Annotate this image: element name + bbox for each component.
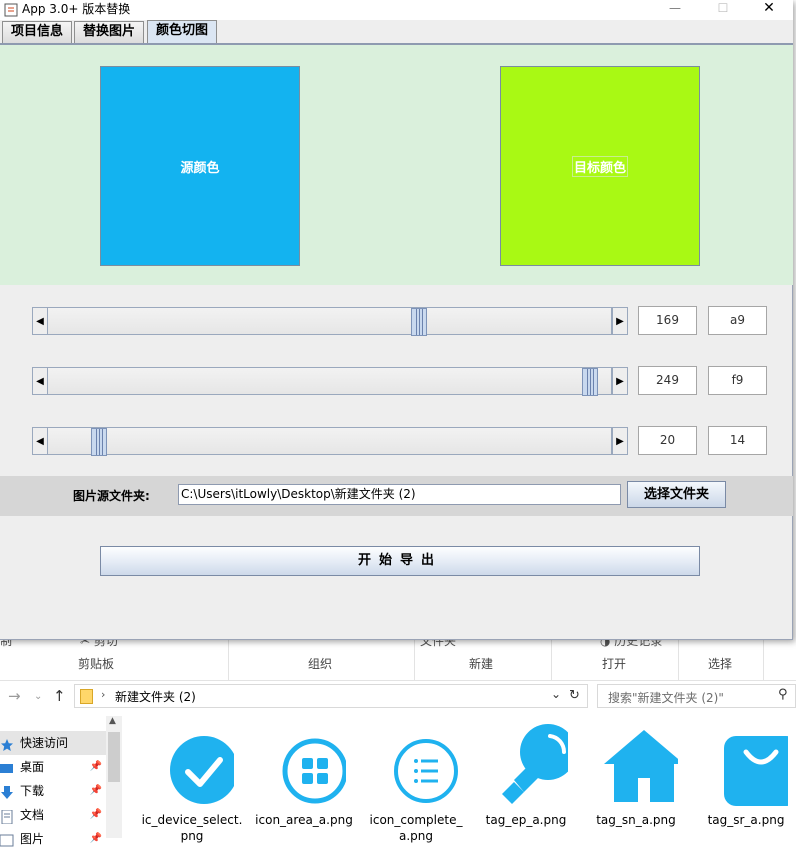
file-item[interactable]: icon_complete_ a.png xyxy=(362,722,470,844)
grid-icon xyxy=(282,738,346,804)
target-color-swatch[interactable]: 目标颜色 xyxy=(500,66,700,266)
picture-icon xyxy=(0,832,14,847)
ribbon-separator xyxy=(678,640,679,680)
nav-item-documents[interactable]: 文档 📌 xyxy=(0,803,106,827)
nav-item-pictures[interactable]: 图片 📌 xyxy=(0,827,106,851)
search-icon: ⚲ xyxy=(778,687,788,702)
file-name: tag_sn_a.png xyxy=(596,813,676,827)
ribbon-group-new: 新建 xyxy=(469,657,494,671)
blue-decimal-field[interactable]: 20 xyxy=(638,426,697,455)
ribbon-separator xyxy=(414,640,415,680)
download-icon xyxy=(0,784,14,799)
ribbon-divider xyxy=(0,680,796,681)
title-bar[interactable]: App 3.0+ 版本替换 — ☐ ✕ xyxy=(0,0,793,20)
scroll-up-icon[interactable]: ▲ xyxy=(109,716,116,726)
file-name: icon_complete_ a.png xyxy=(369,813,463,843)
ribbon-group-select: 选择 xyxy=(708,657,733,671)
nav-item-downloads[interactable]: 下载 📌 xyxy=(0,779,106,803)
ribbon-separator xyxy=(228,640,229,680)
maximize-button[interactable]: ☐ xyxy=(708,0,738,18)
refresh-icon[interactable]: ↻ xyxy=(569,688,580,703)
choose-folder-button[interactable]: 选择文件夹 xyxy=(627,481,726,508)
file-item[interactable]: icon_area_a.png xyxy=(250,722,358,828)
source-color-swatch[interactable]: 源颜色 xyxy=(100,66,300,266)
red-channel-slider[interactable]: ◀ ▶ xyxy=(32,307,628,336)
slider-increment-button[interactable]: ▶ xyxy=(612,427,628,455)
nav-item-quick-access[interactable]: 快速访问 xyxy=(0,731,106,755)
start-export-button[interactable]: 开始导出 xyxy=(100,546,700,576)
pin-icon[interactable]: 📌 xyxy=(90,803,102,827)
slider-decrement-button[interactable]: ◀ xyxy=(32,307,48,335)
java-icon xyxy=(4,2,18,17)
list-icon xyxy=(394,739,458,803)
tab-replace-images[interactable]: 替换图片 xyxy=(74,21,145,43)
address-separator-icon: › xyxy=(101,688,106,701)
green-channel-slider[interactable]: ◀ ▶ xyxy=(32,367,628,396)
blue-hex-field[interactable]: 14 xyxy=(708,426,767,455)
search-input[interactable]: 搜索"新建文件夹 (2)" ⚲ xyxy=(597,684,796,708)
check-icon xyxy=(170,736,234,804)
minimize-button[interactable]: — xyxy=(660,0,690,18)
slider-track[interactable] xyxy=(47,307,612,336)
close-button[interactable]: ✕ xyxy=(754,0,784,18)
green-decimal-field[interactable]: 249 xyxy=(638,366,697,395)
file-item[interactable]: tag_sr_a.png xyxy=(692,722,796,828)
slider-thumb[interactable] xyxy=(411,308,427,336)
address-dropdown-icon[interactable]: ⌄ xyxy=(551,687,561,701)
desktop-icon xyxy=(0,760,14,774)
bulb-icon xyxy=(502,724,568,804)
slider-track[interactable] xyxy=(47,367,612,396)
folder-icon xyxy=(80,688,93,704)
file-name: tag_ep_a.png xyxy=(485,813,567,827)
window-title: App 3.0+ 版本替换 xyxy=(22,2,131,16)
pin-icon[interactable]: 📌 xyxy=(90,755,102,779)
tab-project-info[interactable]: 项目信息 xyxy=(2,21,73,43)
slider-thumb[interactable] xyxy=(91,428,107,456)
navigation-pane: 快速访问 桌面 📌 下载 📌 文档 📌 图片 📌 xyxy=(0,716,122,847)
slider-decrement-button[interactable]: ◀ xyxy=(32,367,48,395)
file-item[interactable]: ic_device_select. png xyxy=(138,722,246,844)
search-placeholder: 搜索"新建文件夹 (2)" xyxy=(608,691,724,705)
ribbon-group-clipboard: 剪贴板 xyxy=(78,657,115,671)
file-item[interactable]: tag_ep_a.png xyxy=(472,722,580,828)
ribbon-separator xyxy=(551,640,552,680)
file-name: icon_area_a.png xyxy=(255,813,353,827)
home-icon xyxy=(604,730,678,802)
history-dropdown-icon[interactable]: ⌄ xyxy=(34,691,42,702)
source-color-label: 源颜色 xyxy=(180,160,220,176)
file-item[interactable]: tag_sn_a.png xyxy=(582,722,690,828)
pin-icon[interactable]: 📌 xyxy=(90,779,102,803)
bag-icon xyxy=(724,736,788,806)
slider-decrement-button[interactable]: ◀ xyxy=(32,427,48,455)
nav-item-desktop[interactable]: 桌面 📌 xyxy=(0,755,106,779)
red-hex-field[interactable]: a9 xyxy=(708,306,767,335)
slider-increment-button[interactable]: ▶ xyxy=(612,307,628,335)
red-decimal-field[interactable]: 169 xyxy=(638,306,697,335)
folder-label: 图片源文件夹: xyxy=(73,489,150,503)
document-icon xyxy=(0,808,14,825)
file-name: ic_device_select. png xyxy=(141,813,243,843)
slider-track[interactable] xyxy=(47,427,612,456)
folder-path-input[interactable]: C:\Users\itLowly\Desktop\新建文件夹 (2) xyxy=(178,484,621,505)
star-icon xyxy=(0,736,14,751)
app-window: App 3.0+ 版本替换 — ☐ ✕ 项目信息 替换图片 颜色切图 源颜色 目… xyxy=(0,0,793,640)
address-current-folder: 新建文件夹 (2) xyxy=(115,690,196,704)
address-bar[interactable]: › 新建文件夹 (2) ⌄ xyxy=(74,684,588,708)
ribbon-separator xyxy=(763,640,764,680)
ribbon-group-organize: 组织 xyxy=(308,657,333,671)
slider-increment-button[interactable]: ▶ xyxy=(612,367,628,395)
file-name: tag_sr_a.png xyxy=(707,813,785,827)
tab-color-slice[interactable]: 颜色切图 xyxy=(147,20,218,44)
nav-scrollbar-thumb[interactable] xyxy=(108,732,120,782)
slider-thumb[interactable] xyxy=(582,368,598,396)
pin-icon[interactable]: 📌 xyxy=(90,827,102,851)
target-color-label: 目标颜色 xyxy=(571,155,628,177)
blue-channel-slider[interactable]: ◀ ▶ xyxy=(32,427,628,456)
green-hex-field[interactable]: f9 xyxy=(708,366,767,395)
ribbon-group-open: 打开 xyxy=(602,657,627,671)
up-arrow-icon[interactable]: ↑ xyxy=(53,687,66,705)
back-arrow-icon[interactable]: → xyxy=(8,687,21,705)
